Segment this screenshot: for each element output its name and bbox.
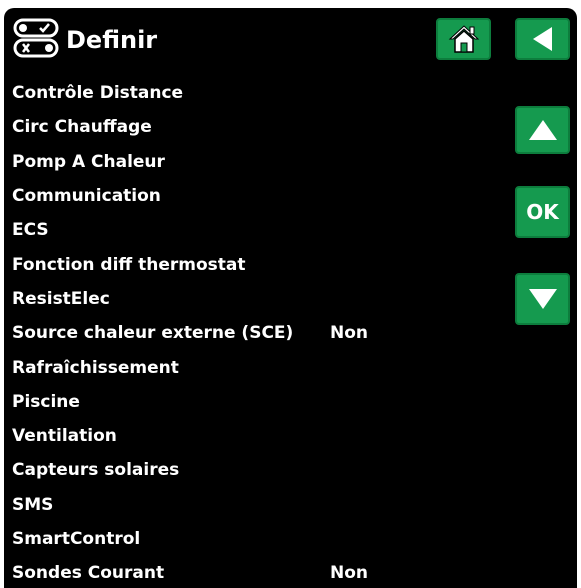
settings-menu: Contrôle Distance Circ Chauffage Pomp A … — [12, 76, 512, 588]
menu-item-capteurs-solaires[interactable]: Capteurs solaires — [12, 453, 512, 487]
down-arrow-icon — [528, 289, 557, 309]
menu-item-label: SMS — [12, 494, 54, 515]
menu-item-resistelec[interactable]: ResistElec — [12, 282, 512, 316]
menu-item-sondes-courant[interactable]: Sondes Courant Non — [12, 556, 512, 588]
up-arrow-icon — [528, 120, 557, 140]
menu-item-sms[interactable]: SMS — [12, 488, 512, 522]
back-button[interactable] — [515, 18, 570, 60]
menu-item-ventilation[interactable]: Ventilation — [12, 419, 512, 453]
menu-item-value: Non — [330, 323, 369, 344]
screen: Definir OK Contrôle Distance Circ Chauff… — [4, 8, 577, 588]
menu-item-label: Communication — [12, 186, 161, 207]
menu-item-value: Non — [330, 563, 369, 584]
scroll-down-button[interactable] — [515, 273, 570, 325]
home-button[interactable] — [436, 18, 491, 60]
settings-toggle-icon — [12, 17, 60, 59]
home-icon — [448, 25, 479, 53]
menu-item-label: Source chaleur externe (SCE) — [12, 323, 294, 344]
menu-item-label: Contrôle Distance — [12, 83, 184, 104]
menu-item-ecs[interactable]: ECS — [12, 213, 512, 247]
menu-item-label: Pomp A Chaleur — [12, 151, 165, 172]
page-title: Definir — [66, 26, 158, 54]
menu-item-label: ECS — [12, 220, 49, 241]
menu-item-label: Capteurs solaires — [12, 460, 180, 481]
menu-item-pomp-a-chaleur[interactable]: Pomp A Chaleur — [12, 145, 512, 179]
menu-item-smartcontrol[interactable]: SmartControl — [12, 522, 512, 556]
menu-item-rafraichissement[interactable]: Rafraîchissement — [12, 350, 512, 384]
menu-item-label: Circ Chauffage — [12, 117, 152, 138]
back-arrow-icon — [532, 27, 552, 51]
menu-item-circ-chauffage[interactable]: Circ Chauffage — [12, 110, 512, 144]
menu-item-label: Ventilation — [12, 426, 117, 447]
menu-item-label: Sondes Courant — [12, 563, 165, 584]
menu-item-communication[interactable]: Communication — [12, 179, 512, 213]
menu-item-controle-distance[interactable]: Contrôle Distance — [12, 76, 512, 110]
menu-item-fonction-diff-thermostat[interactable]: Fonction diff thermostat — [12, 247, 512, 281]
menu-item-label: Piscine — [12, 391, 80, 412]
scroll-up-button[interactable] — [515, 106, 570, 154]
menu-item-piscine[interactable]: Piscine — [12, 385, 512, 419]
menu-item-label: Rafraîchissement — [12, 357, 179, 378]
menu-item-label: Fonction diff thermostat — [12, 254, 246, 275]
menu-item-source-chaleur-externe[interactable]: Source chaleur externe (SCE) Non — [12, 316, 512, 350]
menu-item-label: ResistElec — [12, 288, 110, 309]
ok-button[interactable]: OK — [515, 186, 570, 238]
menu-item-label: SmartControl — [12, 529, 141, 549]
